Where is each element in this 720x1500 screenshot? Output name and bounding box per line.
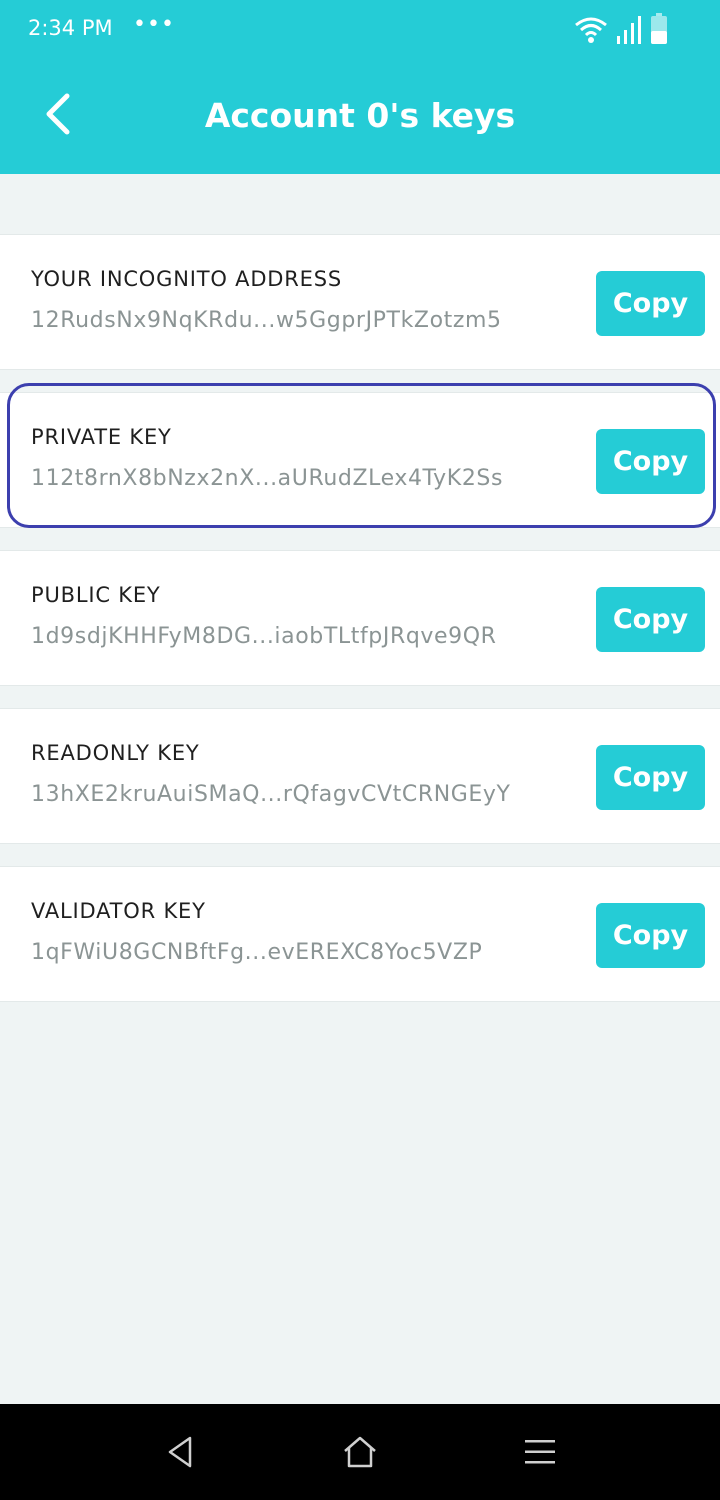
key-label: PRIVATE KEY [31,425,172,449]
key-label: YOUR INCOGNITO ADDRESS [31,267,342,291]
page-title: Account 0's keys [204,96,516,135]
signal-icon [616,15,642,45]
key-value: 112t8rnX8bNzx2nX...aURudZLex4TyK2Ss [31,466,504,491]
key-row-readonly-key: READONLY KEY 13hXE2kruAuiSMaQ...rQfagvCV… [0,708,720,844]
status-icons [574,13,668,45]
key-value: 12RudsNx9NqKRdu...w5GgprJPTkZotzm5 [31,308,502,333]
menu-icon [524,1438,556,1470]
key-row-validator-key: VALIDATOR KEY 1qFWiU8GCNBftFg...evEREXC8… [0,866,720,1002]
key-value: 13hXE2kruAuiSMaQ...rQfagvCVtCRNGEyY [31,782,511,807]
nav-home-button[interactable] [338,1432,382,1476]
key-label: PUBLIC KEY [31,583,161,607]
key-row-public-key: PUBLIC KEY 1d9sdjKHHFyM8DG...iaobTLtfpJR… [0,550,720,686]
status-time: 2:34 PM [28,16,113,40]
copy-button[interactable]: Copy [596,271,705,336]
key-row-incognito-address: YOUR INCOGNITO ADDRESS 12RudsNx9NqKRdu..… [0,234,720,370]
home-icon [342,1435,378,1473]
key-label: VALIDATOR KEY [31,899,206,923]
wifi-icon [574,15,608,45]
copy-button[interactable]: Copy [596,587,705,652]
key-value: 1d9sdjKHHFyM8DG...iaobTLtfpJRqve9QR [31,624,497,649]
copy-button[interactable]: Copy [596,429,705,494]
battery-icon [650,13,668,45]
nav-back-button[interactable] [158,1432,202,1476]
nav-menu-button[interactable] [518,1432,562,1476]
nav-back-icon [167,1436,193,1472]
key-label: READONLY KEY [31,741,200,765]
status-dots: ••• [133,12,175,37]
copy-button[interactable]: Copy [596,903,705,968]
key-row-private-key: PRIVATE KEY 112t8rnX8bNzx2nX...aURudZLex… [0,392,720,528]
copy-button[interactable]: Copy [596,745,705,810]
system-nav-bar [0,1404,720,1500]
app-header: 2:34 PM ••• Account 0's keys [0,0,720,174]
key-value: 1qFWiU8GCNBftFg...evEREXC8Yoc5VZP [31,940,483,965]
